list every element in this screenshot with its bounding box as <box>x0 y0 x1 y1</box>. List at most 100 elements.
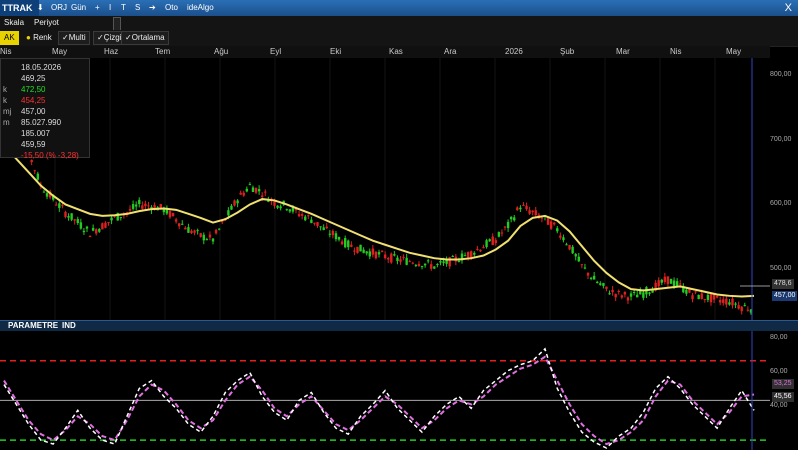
month-label: Ara <box>444 47 457 56</box>
multi-label: Multi <box>68 33 86 42</box>
info-open: 469,25 <box>21 74 46 83</box>
candle-body <box>147 205 150 207</box>
candle-body <box>623 291 627 295</box>
candle-body <box>685 289 688 294</box>
candle-body <box>414 265 418 267</box>
candle-body <box>571 246 574 254</box>
indicator-button[interactable]: I <box>106 2 114 14</box>
candle-body <box>648 292 651 294</box>
cizgi-label: Çizgi <box>103 33 122 42</box>
candle-body <box>746 309 750 311</box>
month-label: Nis <box>0 47 12 56</box>
month-label: Nis <box>670 47 682 56</box>
candle-body <box>399 259 402 262</box>
candle-body <box>276 205 279 208</box>
candle-body <box>362 249 365 253</box>
candle-body <box>211 238 215 242</box>
candle-body <box>605 286 608 289</box>
info-volume: 85.027.990 <box>21 118 62 127</box>
candle-body <box>660 279 663 283</box>
candle-body <box>331 230 335 236</box>
candle-body <box>731 298 734 306</box>
candle-body <box>497 232 501 237</box>
candle-body <box>580 264 584 266</box>
candle-body <box>549 221 553 229</box>
title-bar: TTRAK ⬇ ORJ Gün + I T S ➔ Oto ideAlgo X <box>0 0 798 17</box>
ortalama-toggle[interactable]: ✓Ortalama <box>121 31 169 45</box>
scroll-handle[interactable] <box>113 17 121 31</box>
ak-button[interactable]: AK <box>0 31 19 45</box>
candle-body <box>64 211 67 217</box>
candle-body <box>141 205 144 209</box>
ind-tick: 60,00 <box>770 368 788 375</box>
candle-body <box>254 187 258 193</box>
candle-body <box>42 191 46 193</box>
candle-body <box>208 234 212 238</box>
parametre-label[interactable]: PARAMETRE <box>8 321 58 331</box>
candle-body <box>76 219 79 224</box>
add-button[interactable]: + <box>92 2 103 14</box>
candle-body <box>393 254 396 256</box>
candle-body <box>196 230 199 232</box>
candle-body <box>734 303 737 305</box>
indicator-chart[interactable] <box>0 331 770 450</box>
candle-body <box>221 221 224 223</box>
candle-body <box>260 195 264 198</box>
text-button[interactable]: T <box>118 2 129 14</box>
candle-body <box>586 272 590 276</box>
month-label: Mar <box>616 47 630 56</box>
candle-body <box>470 251 473 258</box>
ohlc-info-panel: 18.05.2026 469,25 472,50 454,25 457,00 8… <box>0 58 90 160</box>
candle-body <box>70 213 73 220</box>
check-icon: ✓ <box>125 33 132 42</box>
symbol-label[interactable]: TTRAK <box>0 0 39 16</box>
candle-body <box>383 254 387 259</box>
close-icon[interactable]: X <box>785 0 792 16</box>
multi-toggle[interactable]: ✓Multi <box>58 31 90 45</box>
candle-body <box>337 236 341 240</box>
candle-body <box>396 257 399 261</box>
month-label: Haz <box>104 47 119 56</box>
candle-body <box>387 258 390 260</box>
candle-body <box>322 227 325 230</box>
period-menu[interactable]: Periyot <box>34 17 59 29</box>
candle-body <box>642 292 645 298</box>
renk-option[interactable]: ● Renk <box>26 32 52 44</box>
candle-body <box>614 293 617 298</box>
candle-body <box>617 290 620 292</box>
candle-body <box>168 211 172 218</box>
period-gun-button[interactable]: Gün <box>68 2 89 14</box>
candle-body <box>55 204 58 206</box>
candle-body <box>534 210 537 216</box>
candle-body <box>574 254 577 257</box>
style-button[interactable]: S <box>132 2 143 14</box>
candle-body <box>45 193 49 197</box>
info-label: k <box>3 85 7 94</box>
prev-price-tag: 478,6 <box>772 279 794 289</box>
candle-body <box>313 222 316 224</box>
candle-body <box>672 280 676 287</box>
scale-menu[interactable]: Skala <box>4 17 24 29</box>
candle-body <box>500 232 504 234</box>
download-icon[interactable]: ⬇ <box>34 2 47 14</box>
price-chart[interactable] <box>0 58 770 320</box>
candle-body <box>242 192 245 196</box>
candle-body <box>451 255 454 257</box>
candle-body <box>365 251 368 254</box>
arrow-icon[interactable]: ➔ <box>146 2 159 14</box>
candle-body <box>402 257 405 259</box>
orj-button[interactable]: ORJ <box>48 2 70 14</box>
oto-button[interactable]: Oto <box>162 2 181 14</box>
candle-body <box>715 295 719 298</box>
candle-body <box>288 209 292 212</box>
ind-label[interactable]: IND <box>62 321 76 331</box>
candle-body <box>88 235 92 238</box>
candle-body <box>663 276 667 283</box>
idealgo-button[interactable]: ideAlgo <box>184 2 217 14</box>
candle-body <box>718 300 722 303</box>
candle-body <box>273 201 276 206</box>
candle-body <box>356 246 359 253</box>
candle-body <box>596 281 599 283</box>
candle-body <box>316 222 319 226</box>
candle-body <box>239 192 242 195</box>
